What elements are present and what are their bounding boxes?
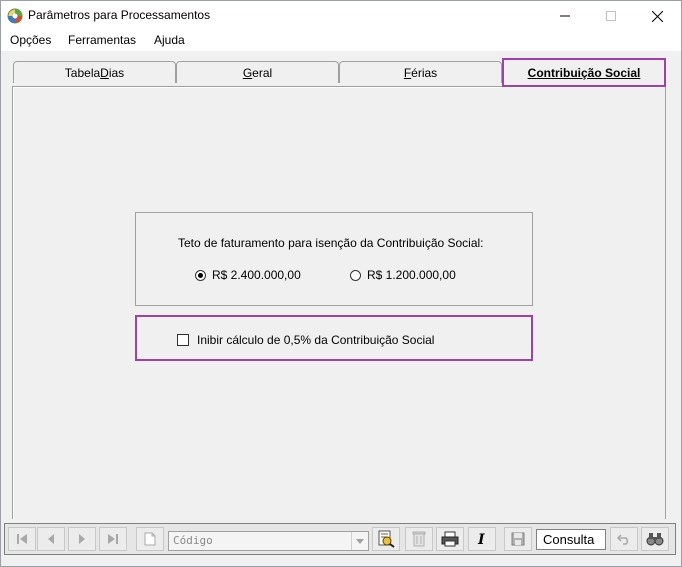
search-combobox[interactable]: Código (168, 531, 369, 551)
print-button[interactable] (436, 527, 464, 551)
tabs-area: Tabela Dias Geral Férias Contribuição So… (1, 51, 681, 541)
radio-button[interactable] (350, 269, 361, 281)
search-document-icon (378, 530, 395, 548)
save-icon (511, 532, 525, 546)
first-record-button[interactable] (8, 527, 36, 551)
minimize-button[interactable] (542, 1, 588, 31)
next-icon (79, 534, 85, 544)
tab-tabela-dias[interactable]: Tabela Dias (13, 61, 176, 83)
italic-icon: I (477, 532, 485, 546)
binoculars-icon (646, 533, 664, 546)
teto-label: Teto de faturamento para isenção da Cont… (178, 236, 484, 250)
radio-option-1200000[interactable]: R$ 1.200.000,00 (350, 268, 456, 282)
undo-button[interactable] (610, 527, 638, 551)
inibir-checkbox-row[interactable]: Inibir cálculo de 0,5% da Contribuição S… (177, 333, 434, 347)
search-button[interactable] (372, 527, 400, 551)
last-icon (108, 534, 118, 544)
maximize-button[interactable] (588, 1, 634, 31)
inibir-checkbox[interactable] (177, 334, 189, 346)
radio-label: R$ 1.200.000,00 (367, 268, 456, 282)
previous-record-button[interactable] (37, 527, 65, 551)
tab-label: Tabela (64, 65, 101, 80)
svg-text:I: I (477, 532, 485, 546)
radio-button-checked[interactable] (195, 269, 206, 281)
printer-icon (441, 531, 459, 547)
menu-ferramentas[interactable]: Ferramentas (66, 33, 138, 47)
navigation-toolbar: Código I Consulta (1, 519, 681, 566)
tab-label-key: F (403, 65, 412, 80)
new-document-icon (144, 532, 156, 546)
close-icon (651, 10, 663, 22)
title-bar: Parâmetros para Processamentos (1, 1, 681, 31)
window-title: Parâmetros para Processamentos (28, 8, 211, 22)
tab-ferias[interactable]: Férias (339, 61, 502, 83)
previous-icon (48, 534, 54, 544)
inibir-group: Inibir cálculo de 0,5% da Contribuição S… (135, 315, 533, 361)
next-record-button[interactable] (68, 527, 96, 551)
chevron-down-icon[interactable] (351, 532, 368, 550)
trash-icon (412, 531, 426, 547)
delete-button[interactable] (405, 527, 433, 551)
teto-group: Teto de faturamento para isenção da Cont… (135, 212, 533, 306)
tab-panel: Teto de faturamento para isenção da Cont… (12, 86, 666, 541)
undo-icon (617, 534, 629, 545)
app-icon (7, 8, 23, 24)
toolbar-frame: Código I Consulta (4, 523, 676, 555)
first-icon (17, 534, 27, 544)
radio-label: R$ 2.400.000,00 (212, 268, 301, 282)
tab-label: ias (108, 65, 125, 80)
last-record-button[interactable] (99, 527, 127, 551)
tab-label-key: D (100, 65, 109, 80)
inibir-label: Inibir cálculo de 0,5% da Contribuição S… (197, 333, 435, 347)
radio-option-2400000[interactable]: R$ 2.400.000,00 (195, 268, 301, 282)
close-button[interactable] (634, 1, 680, 31)
tab-contribuicao-social[interactable]: Contribuição Social (502, 58, 666, 87)
new-record-button[interactable] (136, 527, 164, 551)
save-button[interactable] (504, 527, 532, 551)
tab-label: érias (411, 65, 438, 80)
mode-status-field: Consulta (536, 529, 606, 550)
menu-opcoes[interactable]: Opções (8, 33, 53, 47)
tab-geral[interactable]: Geral (176, 61, 339, 83)
window: Parâmetros para Processamentos Opções Fe… (0, 0, 682, 567)
tab-label: ontribuição Social (536, 65, 641, 80)
tab-label-key: C (527, 65, 537, 80)
search-placeholder: Código (173, 534, 213, 547)
menu-ajuda[interactable]: Ajuda (152, 33, 187, 47)
tab-label: eral (252, 65, 273, 80)
italic-button[interactable]: I (468, 527, 496, 551)
find-button[interactable] (641, 527, 669, 551)
tab-label-key: G (242, 65, 253, 80)
menu-bar: Opções Ferramentas Ajuda (1, 31, 681, 51)
